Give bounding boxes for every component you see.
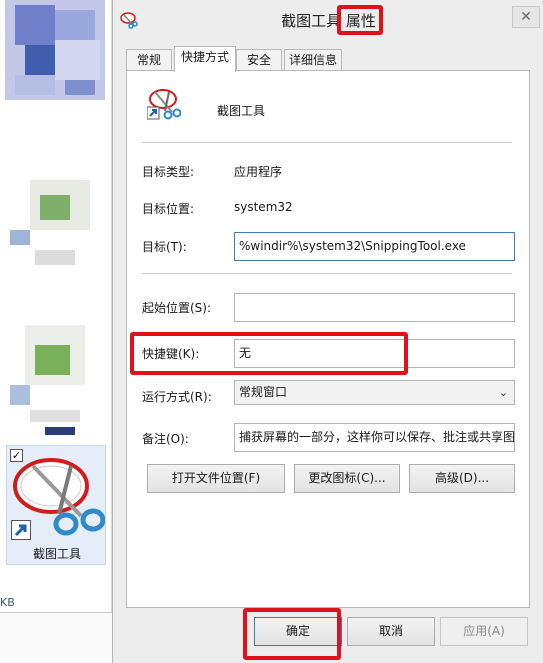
comment-input[interactable]: 捕获屏幕的一部分，这样你可以保存、批注或共享图 (234, 423, 515, 452)
run-select[interactable]: 常规窗口 ⌄ (234, 380, 515, 405)
explorer-pane: ✓ 截图工具 KB (0, 0, 112, 663)
app-icon (146, 87, 182, 121)
selected-file-tile[interactable]: ✓ 截图工具 (6, 445, 106, 565)
target-location-value: system32 (234, 200, 293, 214)
divider (142, 142, 512, 143)
shortcut-panel: 截图工具 目标类型: 应用程序 目标位置: system32 目标(T): %w… (126, 70, 530, 608)
tab-general[interactable]: 常规 (126, 49, 172, 71)
target-input[interactable]: %windir%\system32\SnippingTool.exe (234, 232, 515, 261)
start-in-input[interactable] (234, 293, 515, 322)
ok-button[interactable]: 确定 (254, 617, 342, 646)
scissors-icon (146, 89, 182, 120)
tab-security[interactable]: 安全 (236, 49, 282, 71)
blurred-thumbnail (10, 315, 105, 435)
blurred-thumbnail (10, 160, 105, 270)
title-bar[interactable]: 截图工具 属性 ✕ (113, 0, 543, 40)
divider (142, 273, 512, 274)
file-label: 截图工具 (32, 547, 81, 561)
app-name: 截图工具 (217, 104, 266, 118)
target-location-label: 目标位置: (142, 202, 195, 216)
target-type-value: 应用程序 (234, 165, 283, 179)
start-in-label: 起始位置(S): (142, 301, 212, 315)
dialog-title: 截图工具 属性 (281, 12, 376, 30)
run-label: 运行方式(R): (142, 390, 212, 404)
properties-dialog: 截图工具 属性 ✕ 常规 快捷方式 安全 详细信息 截图工具 目标类型: 应用程… (112, 0, 543, 663)
target-type-label: 目标类型: (142, 165, 195, 179)
status-area (0, 612, 112, 663)
hotkey-input[interactable]: 无 (234, 339, 515, 368)
hotkey-label: 快捷键(K): (142, 347, 200, 361)
file-size-text: KB (0, 596, 15, 609)
tab-shortcut[interactable]: 快捷方式 (174, 46, 236, 72)
tab-details[interactable]: 详细信息 (284, 49, 342, 71)
run-select-value: 常规窗口 (239, 385, 288, 399)
screen: ✓ 截图工具 KB 截图工具 属性 ✕ 常规 快捷方式 安全 详细信息 截图工具… (0, 0, 543, 663)
advanced-button[interactable]: 高级(D)... (409, 464, 515, 493)
open-file-location-button[interactable]: 打开文件位置(F) (147, 464, 285, 493)
shortcut-arrow-icon (11, 520, 31, 540)
target-label: 目标(T): (142, 240, 187, 254)
close-button[interactable]: ✕ (512, 6, 540, 28)
chevron-down-icon: ⌄ (498, 386, 508, 399)
blurred-thumbnail (5, 0, 105, 100)
cancel-button[interactable]: 取消 (347, 617, 435, 646)
apply-button[interactable]: 应用(A) (440, 617, 528, 646)
comment-label: 备注(O): (142, 432, 189, 446)
change-icon-button[interactable]: 更改图标(C)... (294, 464, 400, 493)
